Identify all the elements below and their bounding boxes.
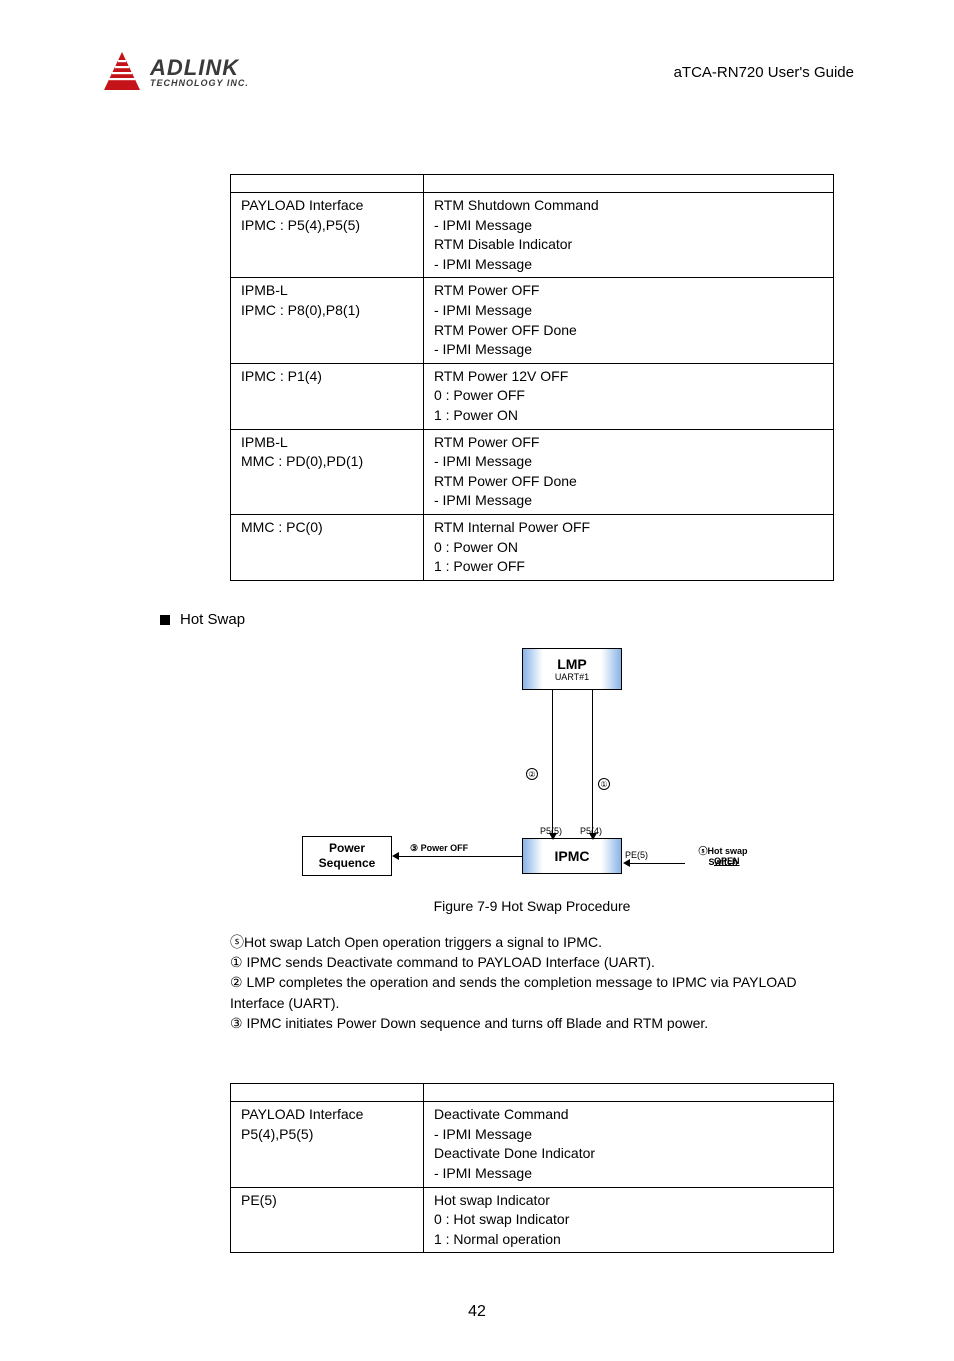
step-3: ③ IPMC initiates Power Down sequence and… [230,1013,834,1033]
section-heading: Hot Swap [160,611,854,628]
procedure-steps: ⓢHot swap Latch Open operation triggers … [230,932,834,1033]
bullet-icon [160,615,170,625]
step-2: ② LMP completes the operation and sends … [230,972,834,1013]
figure-hot-swap: LMP UART#1 IPMC Power Sequence [230,648,834,888]
step-s: ⓢHot swap Latch Open operation triggers … [230,932,834,952]
diagram-ipmc-box: IPMC [522,838,622,874]
diagram-power-off-label: ③ Power OFF [410,843,468,854]
diagram-lmp-box: LMP UART#1 [522,648,622,690]
diagram-p55-label: P5(5) [540,826,562,836]
diagram-step-1-icon: ① [598,778,610,790]
table-row: IPMC : P1(4)RTM Power 12V OFF 0 : Power … [231,363,834,429]
table-row: IPMB-L IPMC : P8(0),P8(1)RTM Power OFF -… [231,278,834,363]
diagram-p54-label: P5(4) [580,826,602,836]
figure-caption: Figure 7-9 Hot Swap Procedure [230,898,834,914]
document-title: aTCA-RN720 User's Guide [674,64,854,81]
diagram-power-sequence-box: Power Sequence [302,836,392,876]
table-row: PAYLOAD Interface IPMC : P5(4),P5(5)RTM … [231,193,834,278]
table-row: IPMB-L MMC : PD(0),PD(1)RTM Power OFF - … [231,429,834,514]
logo-subtitle: TECHNOLOGY INC. [150,79,249,88]
diagram-pe5-label: PE(5) [625,850,648,860]
table-row: MMC : PC(0)RTM Internal Power OFF 0 : Po… [231,514,834,580]
logo: ADLINK TECHNOLOGY INC. [100,50,249,94]
diagram-hotswap-open-label: OPEN [714,856,740,866]
diagram-step-2-icon: ② [526,768,538,780]
page-number: 42 [100,1303,854,1321]
step-1: ① IPMC sends Deactivate command to PAYLO… [230,952,834,972]
page-header: ADLINK TECHNOLOGY INC. aTCA-RN720 User's… [100,50,854,94]
interface-table-2: PAYLOAD Interface P5(4),P5(5)Deactivate … [230,1083,834,1253]
logo-title: ADLINK [150,57,249,79]
table-row: PE(5)Hot swap Indicator 0 : Hot swap Ind… [231,1187,834,1253]
interface-table-1: PAYLOAD Interface IPMC : P5(4),P5(5)RTM … [230,174,834,581]
table-row: PAYLOAD Interface P5(4),P5(5)Deactivate … [231,1102,834,1187]
logo-icon [100,50,144,94]
